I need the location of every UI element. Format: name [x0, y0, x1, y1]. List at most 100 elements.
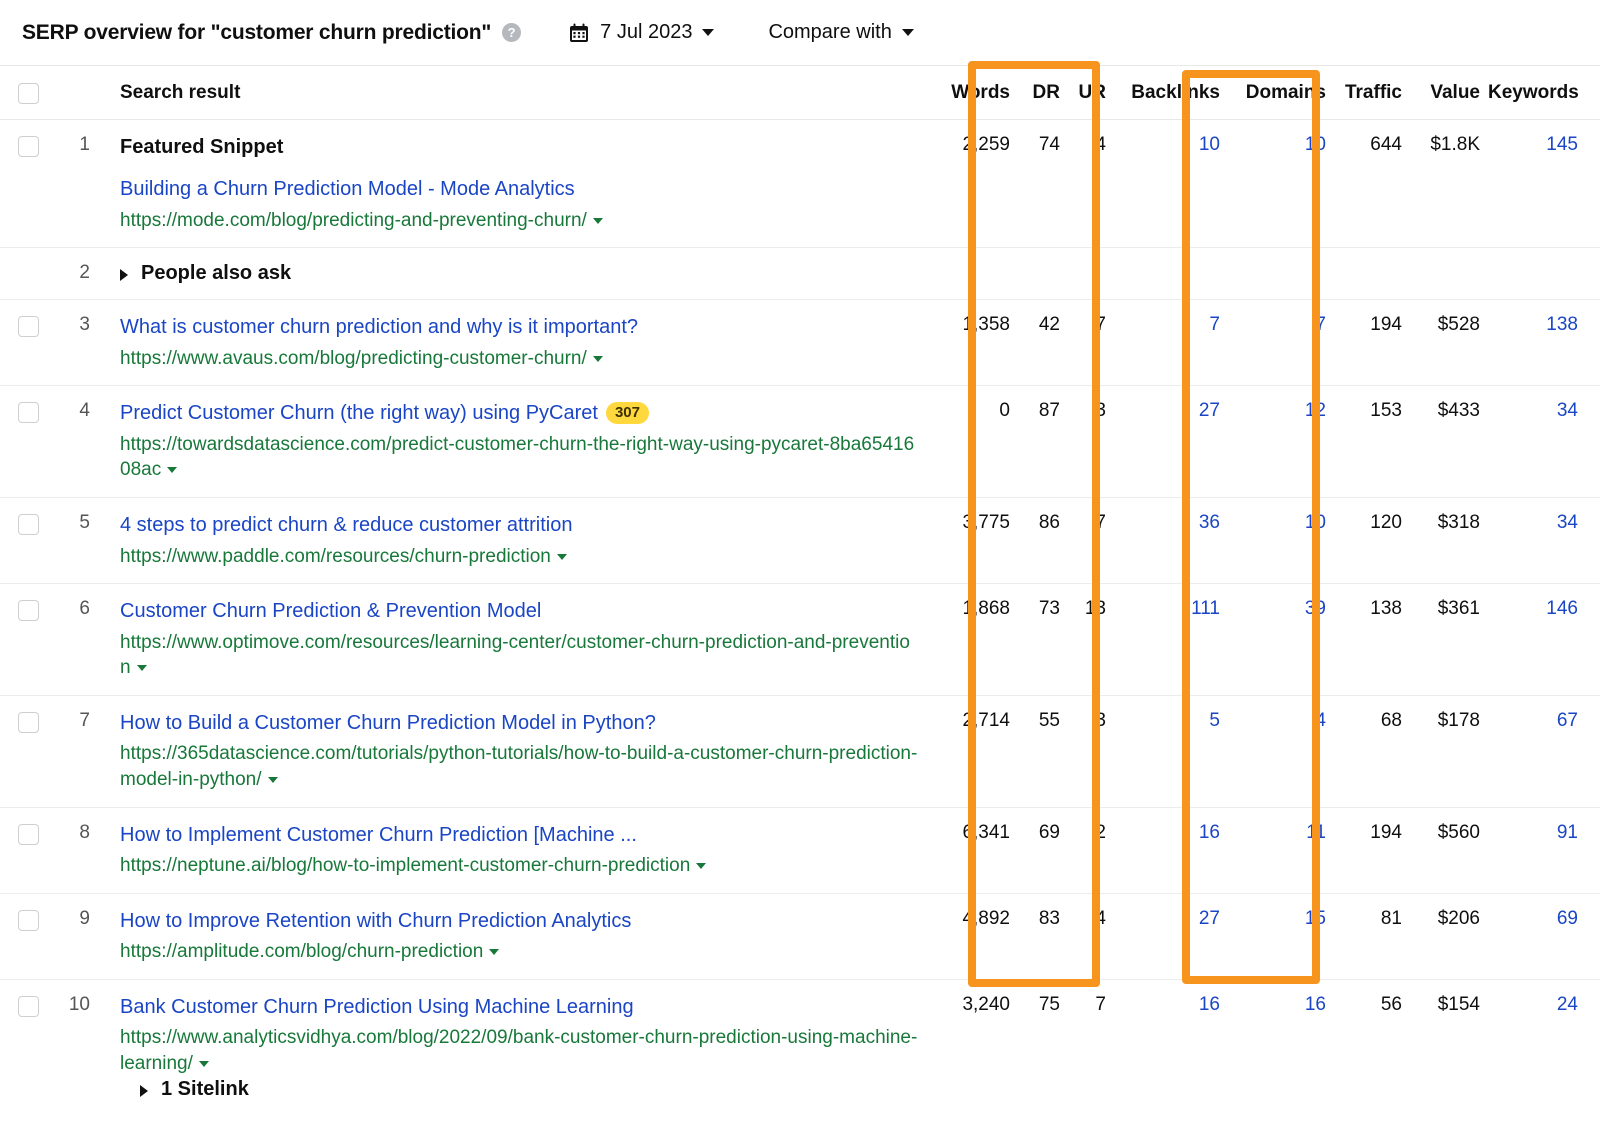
- cell-keywords[interactable]: 67: [1488, 710, 1600, 793]
- result-title-link[interactable]: Bank Customer Churn Prediction Using Mac…: [120, 994, 918, 1020]
- result-title-link[interactable]: How to Build a Customer Churn Prediction…: [120, 710, 918, 736]
- result-url[interactable]: https://www.avaus.com/blog/predicting-cu…: [120, 346, 918, 372]
- cell-backlinks[interactable]: 27: [1118, 908, 1228, 965]
- cell-domains[interactable]: 11: [1228, 822, 1336, 879]
- cell-backlinks[interactable]: 10: [1118, 134, 1228, 233]
- cell-backlinks[interactable]: 16: [1118, 822, 1228, 879]
- column-header-words[interactable]: Words: [932, 82, 1018, 104]
- result-url-text: https://neptune.ai/blog/how-to-implement…: [120, 855, 690, 876]
- compare-with-button[interactable]: Compare with: [768, 21, 913, 44]
- result-url[interactable]: https://towardsdatascience.com/predict-c…: [120, 432, 918, 483]
- cell-keywords[interactable]: 91: [1488, 822, 1600, 879]
- table-row[interactable]: 3 What is customer churn prediction and …: [0, 300, 1600, 386]
- result-url[interactable]: https://amplitude.com/blog/churn-predict…: [120, 939, 918, 965]
- result-url[interactable]: https://www.optimove.com/resources/learn…: [120, 630, 918, 681]
- result-url[interactable]: https://365datascience.com/tutorials/pyt…: [120, 741, 918, 792]
- row-checkbox[interactable]: [18, 600, 39, 621]
- select-all-cell[interactable]: [0, 81, 56, 104]
- column-header-traffic[interactable]: Traffic: [1336, 82, 1410, 104]
- cell-domains[interactable]: 15: [1228, 908, 1336, 965]
- row-checkbox[interactable]: [18, 712, 39, 733]
- cell-backlinks[interactable]: 111: [1118, 598, 1228, 681]
- cell-keywords[interactable]: 69: [1488, 908, 1600, 965]
- row-select-cell[interactable]: [0, 710, 56, 793]
- cell-domains[interactable]: 10: [1228, 134, 1336, 233]
- cell-keywords[interactable]: 34: [1488, 400, 1600, 483]
- table-row[interactable]: 2 People also ask: [0, 248, 1600, 300]
- cell-domains[interactable]: 12: [1228, 400, 1336, 483]
- row-select-cell[interactable]: [0, 994, 56, 1112]
- row-checkbox[interactable]: [18, 824, 39, 845]
- table-row[interactable]: 4 Predict Customer Churn (the right way)…: [0, 386, 1600, 498]
- row-select-cell[interactable]: [0, 400, 56, 483]
- row-select-cell[interactable]: [0, 134, 56, 233]
- cell-backlinks[interactable]: 5: [1118, 710, 1228, 793]
- column-header-search-result[interactable]: Search result: [100, 82, 932, 104]
- cell-domains[interactable]: 16: [1228, 994, 1336, 1112]
- cell-backlinks[interactable]: 36: [1118, 512, 1228, 569]
- row-select-cell[interactable]: [0, 822, 56, 879]
- row-select-cell[interactable]: [0, 314, 56, 371]
- result-title-link[interactable]: Predict Customer Churn (the right way) u…: [120, 402, 598, 424]
- chevron-down-icon[interactable]: [696, 863, 706, 869]
- chevron-down-icon[interactable]: [268, 777, 278, 783]
- result-title-link[interactable]: 4 steps to predict churn & reduce custom…: [120, 512, 918, 538]
- chevron-down-icon[interactable]: [557, 554, 567, 560]
- row-checkbox[interactable]: [18, 316, 39, 337]
- cell-backlinks[interactable]: 16: [1118, 994, 1228, 1112]
- chevron-down-icon[interactable]: [489, 949, 499, 955]
- cell-domains[interactable]: 7: [1228, 314, 1336, 371]
- chevron-down-icon[interactable]: [167, 467, 177, 473]
- chevron-down-icon[interactable]: [199, 1061, 209, 1067]
- row-select-cell[interactable]: [0, 908, 56, 965]
- cell-domains[interactable]: 4: [1228, 710, 1336, 793]
- row-checkbox[interactable]: [18, 514, 39, 535]
- column-header-dr[interactable]: DR: [1018, 82, 1066, 104]
- result-title-link[interactable]: How to Implement Customer Churn Predicti…: [120, 822, 918, 848]
- expand-triangle-icon[interactable]: [120, 269, 128, 281]
- table-row[interactable]: 7 How to Build a Customer Churn Predicti…: [0, 696, 1600, 808]
- row-checkbox[interactable]: [18, 402, 39, 423]
- column-header-backlinks[interactable]: Backlinks: [1118, 82, 1228, 104]
- column-header-domains[interactable]: Domains: [1228, 82, 1336, 104]
- cell-keywords[interactable]: 138: [1488, 314, 1600, 371]
- chevron-down-icon[interactable]: [137, 665, 147, 671]
- result-title-link[interactable]: Customer Churn Prediction & Prevention M…: [120, 598, 918, 624]
- table-row[interactable]: 5 4 steps to predict churn & reduce cust…: [0, 498, 1600, 584]
- cell-backlinks[interactable]: 27: [1118, 400, 1228, 483]
- cell-keywords[interactable]: 146: [1488, 598, 1600, 681]
- result-url[interactable]: https://neptune.ai/blog/how-to-implement…: [120, 853, 918, 879]
- column-header-value[interactable]: Value: [1410, 82, 1488, 104]
- row-select-cell[interactable]: [0, 512, 56, 569]
- cell-keywords[interactable]: 145: [1488, 134, 1600, 233]
- table-row[interactable]: 9 How to Improve Retention with Churn Pr…: [0, 894, 1600, 980]
- table-row[interactable]: 6 Customer Churn Prediction & Prevention…: [0, 584, 1600, 696]
- row-select-cell[interactable]: [0, 598, 56, 681]
- result-url[interactable]: https://www.paddle.com/resources/churn-p…: [120, 544, 918, 570]
- table-row[interactable]: 8 How to Implement Customer Churn Predic…: [0, 808, 1600, 894]
- table-row[interactable]: 10 Bank Customer Churn Prediction Using …: [0, 980, 1600, 1125]
- result-title-link[interactable]: What is customer churn prediction and wh…: [120, 314, 918, 340]
- row-checkbox[interactable]: [18, 910, 39, 931]
- cell-domains[interactable]: 10: [1228, 512, 1336, 569]
- result-url[interactable]: https://mode.com/blog/predicting-and-pre…: [120, 208, 918, 234]
- cell-keywords[interactable]: 34: [1488, 512, 1600, 569]
- result-title-link[interactable]: Building a Churn Prediction Model - Mode…: [120, 176, 918, 202]
- row-checkbox[interactable]: [18, 996, 39, 1017]
- sitelink-toggle[interactable]: 1 Sitelink: [120, 1076, 918, 1111]
- row-main-cell[interactable]: People also ask: [100, 262, 932, 285]
- row-checkbox[interactable]: [18, 136, 39, 157]
- chevron-down-icon[interactable]: [593, 356, 603, 362]
- expand-triangle-icon[interactable]: [140, 1085, 148, 1097]
- cell-domains[interactable]: 39: [1228, 598, 1336, 681]
- select-all-checkbox[interactable]: [18, 83, 39, 104]
- cell-keywords[interactable]: 24: [1488, 994, 1600, 1112]
- table-row[interactable]: 1 Featured Snippet Building a Churn Pred…: [0, 120, 1600, 248]
- column-header-keywords[interactable]: Keywords: [1488, 82, 1600, 104]
- result-title-link[interactable]: How to Improve Retention with Churn Pred…: [120, 908, 918, 934]
- cell-backlinks[interactable]: 7: [1118, 314, 1228, 371]
- help-icon[interactable]: ?: [502, 23, 521, 42]
- column-header-ur[interactable]: UR: [1066, 82, 1118, 104]
- chevron-down-icon[interactable]: [593, 218, 603, 224]
- date-picker[interactable]: 7 Jul 2023: [569, 21, 714, 44]
